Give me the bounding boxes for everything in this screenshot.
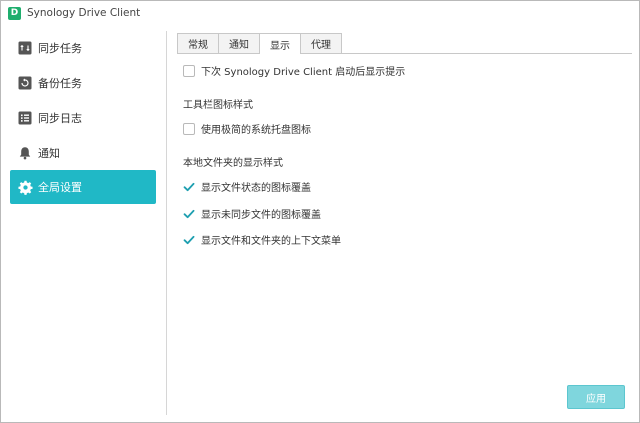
tab-general[interactable]: 常规 — [177, 33, 219, 53]
tab-notifications[interactable]: 通知 — [218, 33, 260, 53]
window-title: Synology Drive Client — [27, 7, 141, 19]
backup-task-icon — [17, 75, 33, 91]
toolbar-icon-style-heading: 工具栏图标样式 — [183, 100, 253, 111]
sync-log-icon — [17, 110, 33, 126]
unsynced-overlay-label: 显示未同步文件的图标覆盖 — [201, 210, 321, 221]
tab-label: 代理 — [311, 40, 331, 51]
apply-button[interactable]: 应用 — [567, 385, 625, 409]
sidebar-item-backup-tasks[interactable]: 备份任务 — [10, 66, 156, 100]
unsynced-overlay-checkbox[interactable] — [183, 207, 195, 220]
unsynced-overlay-option: 显示未同步文件的图标覆盖 — [183, 206, 321, 221]
startup-hint-option: 下次 Synology Drive Client 启动后显示提示 — [183, 63, 405, 78]
tab-label: 常规 — [188, 40, 208, 51]
sidebar-item-label: 备份任务 — [38, 77, 82, 90]
sidebar-item-global-settings[interactable]: 全局设置 — [10, 170, 156, 204]
tabs-divider — [177, 53, 632, 54]
checkmark-icon — [183, 182, 195, 191]
title-bar: D Synology Drive Client — [1, 1, 639, 25]
tab-display[interactable]: 显示 — [259, 33, 301, 54]
file-status-overlay-option: 显示文件状态的图标覆盖 — [183, 179, 311, 194]
context-menu-checkbox[interactable] — [183, 233, 195, 246]
file-status-overlay-checkbox[interactable] — [183, 180, 195, 193]
app-logo-icon: D — [8, 6, 21, 20]
simple-tray-icon-checkbox[interactable] — [183, 122, 195, 135]
app-window: D Synology Drive Client 同步任务 备份任务 同步日志 通… — [0, 0, 640, 423]
settings-tabs: 常规 通知 显示 代理 — [177, 33, 342, 54]
checkmark-icon — [183, 235, 195, 244]
simple-tray-icon-option: 使用极简的系统托盘图标 — [183, 121, 311, 136]
tab-label: 显示 — [270, 40, 290, 52]
sidebar-divider — [166, 31, 167, 415]
context-menu-option: 显示文件和文件夹的上下文菜单 — [183, 232, 341, 247]
sidebar-item-notifications[interactable]: 通知 — [10, 136, 156, 170]
sidebar-item-sync-log[interactable]: 同步日志 — [10, 101, 156, 135]
sync-task-icon — [17, 40, 33, 56]
bell-icon — [17, 145, 33, 161]
file-status-overlay-label: 显示文件状态的图标覆盖 — [201, 183, 311, 194]
context-menu-label: 显示文件和文件夹的上下文菜单 — [201, 236, 341, 247]
sidebar-item-label: 通知 — [38, 147, 60, 160]
sidebar-item-label: 同步任务 — [38, 42, 82, 55]
sidebar-item-sync-tasks[interactable]: 同步任务 — [10, 31, 156, 65]
startup-hint-checkbox[interactable] — [183, 64, 195, 77]
gear-icon — [17, 179, 33, 195]
sidebar-item-label: 全局设置 — [38, 181, 82, 194]
sidebar-item-label: 同步日志 — [38, 112, 82, 125]
app-logo-letter: D — [10, 8, 19, 18]
local-folder-style-heading: 本地文件夹的显示样式 — [183, 158, 283, 169]
simple-tray-icon-label: 使用极简的系统托盘图标 — [201, 125, 311, 136]
tab-proxy[interactable]: 代理 — [300, 33, 342, 53]
checkmark-icon — [183, 209, 195, 218]
startup-hint-label: 下次 Synology Drive Client 启动后显示提示 — [201, 67, 406, 78]
tab-label: 通知 — [229, 40, 249, 51]
